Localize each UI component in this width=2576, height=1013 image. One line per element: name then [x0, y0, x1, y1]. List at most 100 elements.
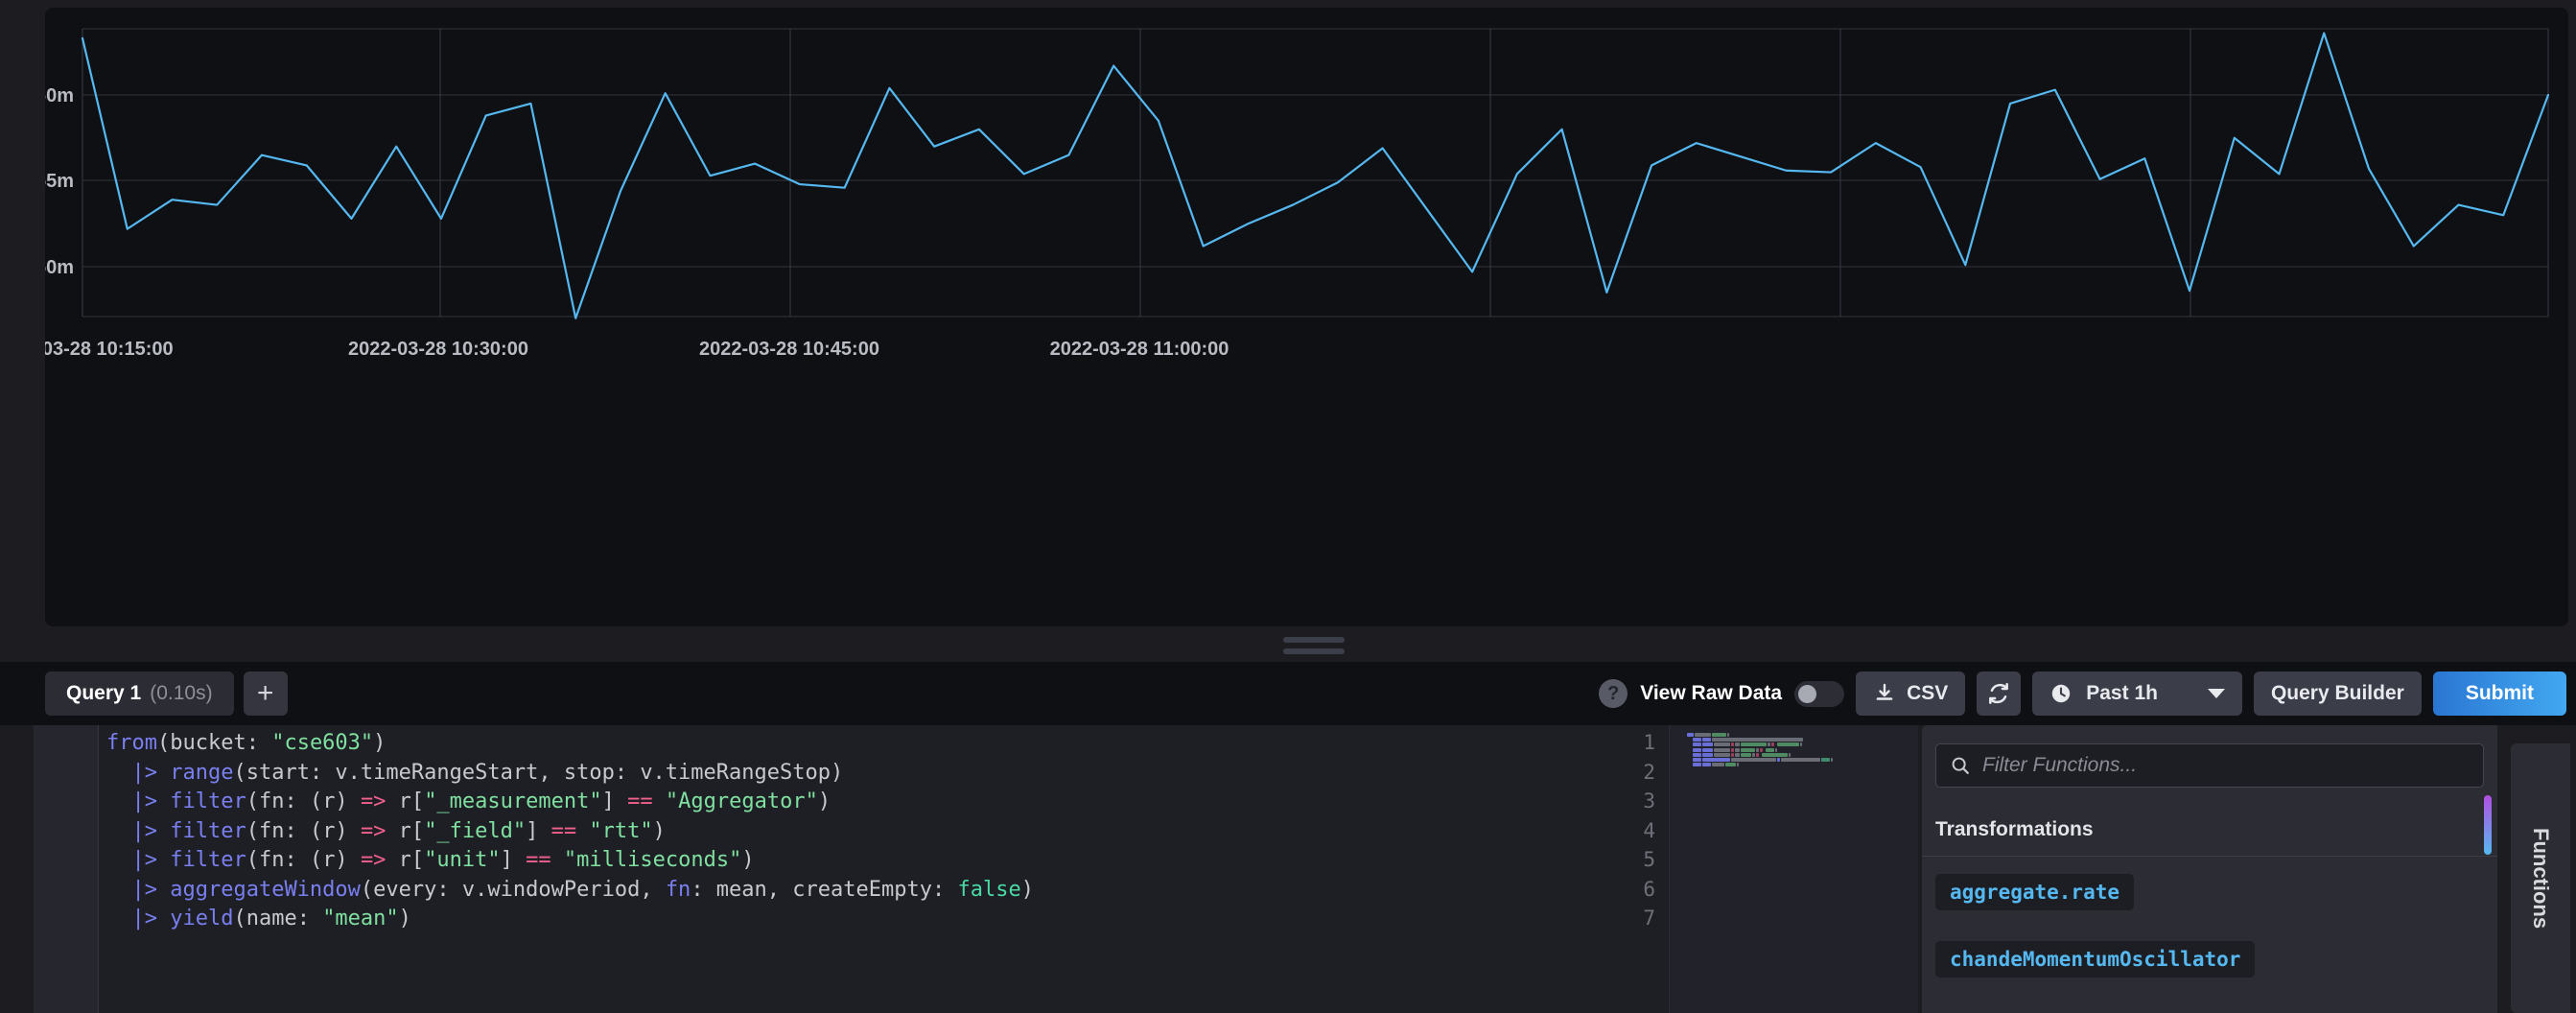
minimap-token [1737, 763, 1739, 767]
code-token: r[ [386, 848, 425, 872]
minimap-token [1731, 747, 1734, 752]
query-builder-button[interactable]: Query Builder [2253, 671, 2422, 716]
function-item-chande-momentum-oscillator[interactable]: chandeMomentumOscillator [1935, 941, 2256, 978]
code-token: => [360, 789, 386, 813]
line-chart[interactable]: 60m 55m 50m !2-03-28 10:15:00 2022-03-28… [45, 8, 2568, 626]
minimap-token [1714, 752, 1730, 757]
code-token: (bucket: [156, 731, 272, 755]
code-line[interactable]: |> filter(fn: (r) => r["unit"] == "milli… [106, 848, 755, 872]
minimap-token [1789, 752, 1791, 757]
view-raw-data-toggle[interactable] [1794, 680, 1845, 707]
submit-button[interactable]: Submit [2432, 671, 2566, 716]
search-icon [1950, 755, 1971, 776]
code-line[interactable]: |> filter(fn: (r) => r["_measurement"] =… [106, 789, 831, 813]
code-token: ) [817, 789, 831, 813]
functions-scrollbar[interactable] [2484, 795, 2492, 855]
minimap-token [1727, 733, 1729, 737]
code-token: filter [170, 818, 246, 843]
minimap-token [1800, 742, 1802, 747]
query-toolbar: Query 1 (0.10s) + ? View Raw Data CSV Pa… [0, 662, 2576, 725]
x-tick-label: !2-03-28 10:15:00 [45, 339, 174, 360]
code-line[interactable]: |> filter(fn: (r) => r["_field"] == "rtt… [106, 818, 665, 843]
code-line[interactable]: |> range(start: v.timeRangeStart, stop: … [106, 761, 843, 785]
filter-functions-input[interactable]: Filter Functions... [1935, 743, 2484, 788]
code-line[interactable]: |> aggregateWindow(every: v.windowPeriod… [106, 877, 1033, 902]
csv-label: CSV [1907, 682, 1949, 704]
download-csv-button[interactable]: CSV [1856, 671, 1966, 716]
minimap-token [1693, 738, 1701, 742]
editor-area: 1234567 from(bucket: "cse603") |> range(… [0, 725, 2576, 1013]
y-tick-label: 60m [45, 85, 74, 106]
x-tick-label: 2022-03-28 11:00:00 [1050, 339, 1229, 360]
code-token: ) [741, 848, 755, 872]
code-token: (start: v.timeRangeStart, stop: v.timeRa… [233, 760, 844, 785]
minimap-token [1771, 742, 1774, 747]
submit-label: Submit [2465, 682, 2534, 704]
code-token: "milliseconds" [563, 848, 742, 872]
x-tick-label: 2022-03-28 10:45:00 [699, 339, 879, 360]
functions-tab-label: Functions [2529, 827, 2553, 930]
code-token: |> [106, 907, 171, 931]
code-line[interactable]: from(bucket: "cse603") [106, 731, 386, 755]
code-token: filter [170, 848, 246, 872]
minimap-token [1756, 747, 1759, 752]
code-token: |> [106, 848, 171, 872]
minimap-token [1821, 758, 1830, 762]
minimap-token [1731, 752, 1734, 757]
minimap-token [1693, 752, 1701, 757]
time-range-dropdown[interactable]: Past 1h [2032, 671, 2242, 716]
editor-code-content[interactable]: from(bucket: "cse603") |> range(start: v… [106, 725, 1669, 1013]
minimap-token [1766, 747, 1774, 752]
view-raw-data-group[interactable]: ? View Raw Data [1599, 679, 1845, 708]
help-icon[interactable]: ? [1599, 679, 1628, 708]
editor-gutter [34, 725, 99, 1013]
functions-divider [1922, 856, 2497, 857]
code-token: (fn: (r) [246, 789, 361, 813]
code-token: (fn: (r) [246, 818, 361, 843]
y-tick-label: 50m [45, 257, 74, 278]
code-token: "_measurement" [424, 789, 602, 813]
code-token: (fn: (r) [246, 848, 361, 872]
editor-minimap[interactable] [1669, 725, 1918, 1013]
drag-bar [1283, 648, 1345, 654]
minimap-token [1702, 752, 1713, 757]
query-tab-label: Query 1 [66, 682, 142, 704]
query-tab-1[interactable]: Query 1 (0.10s) [45, 671, 234, 716]
chart-panel[interactable]: 60m 55m 50m !2-03-28 10:15:00 2022-03-28… [45, 8, 2568, 626]
code-token: ] [526, 818, 551, 843]
minimap-token [1702, 738, 1711, 742]
time-range-label: Past 1h [2086, 682, 2158, 704]
minimap-token [1714, 747, 1730, 752]
minimap-token [1695, 733, 1711, 737]
minimap-token [1735, 742, 1740, 747]
code-token: aggregateWindow [170, 877, 361, 902]
code-token: yield [170, 907, 234, 931]
minimap-token [1702, 758, 1730, 762]
y-tick-label: 55m [45, 171, 74, 192]
flux-query-editor-page: 60m 55m 50m !2-03-28 10:15:00 2022-03-28… [0, 0, 2576, 1013]
code-line[interactable]: |> yield(name: "mean") [106, 907, 410, 931]
minimap-token [1777, 742, 1799, 747]
chart-gridlines [82, 28, 2548, 318]
minimap-token [1760, 747, 1763, 752]
function-item-aggregate-rate[interactable]: aggregate.rate [1935, 874, 2135, 910]
minimap-token [1762, 752, 1788, 757]
minimap-token [1741, 752, 1751, 757]
minimap-token [1752, 752, 1755, 757]
code-token: (name: [233, 907, 323, 931]
refresh-button[interactable] [1977, 671, 2022, 716]
minimap-token [1735, 747, 1740, 752]
minimap-token [1712, 763, 1724, 767]
chevron-down-icon [2207, 689, 2225, 698]
flux-code-editor[interactable]: 1234567 from(bucket: "cse603") |> range(… [34, 725, 1669, 1013]
code-token: "mean" [322, 907, 399, 931]
minimap-token [1777, 758, 1780, 762]
panel-resize-handle[interactable] [1283, 633, 1345, 658]
minimap-token [1693, 758, 1701, 762]
functions-side-tab[interactable]: Functions [2511, 743, 2570, 1013]
code-token: (every: v.windowPeriod, [360, 877, 666, 902]
query-tab-duration: (0.10s) [150, 682, 213, 704]
add-query-button[interactable]: + [243, 671, 288, 716]
view-raw-data-label: View Raw Data [1640, 682, 1783, 704]
minimap-token [1831, 758, 1833, 762]
